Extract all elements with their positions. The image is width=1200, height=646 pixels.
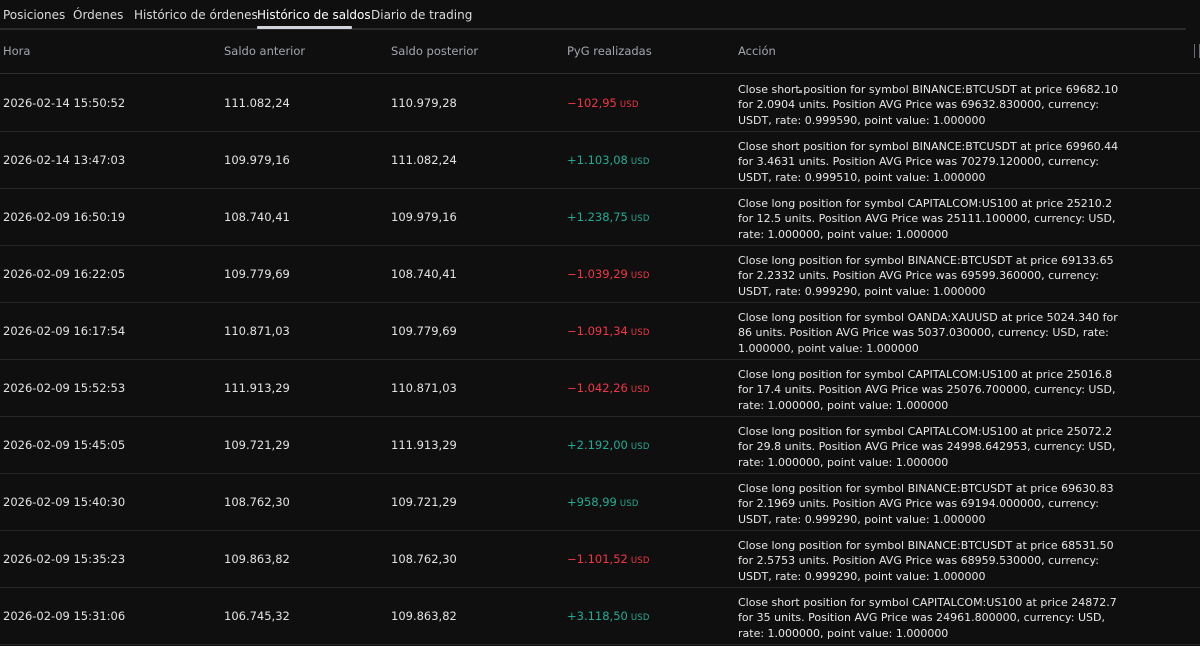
cell-time: 2026-02-09 16:50:19 bbox=[3, 210, 126, 224]
pnl-value: +958,99 bbox=[567, 495, 617, 509]
table-row[interactable]: 2026-02-14 15:50:52 111.082,24 110.979,2… bbox=[0, 75, 1200, 132]
cell-action: Close long position for symbol CAPITALCO… bbox=[738, 368, 1116, 412]
table-header: Hora Saldo anterior Saldo posterior PyG … bbox=[0, 30, 1200, 93]
pnl-value: +3.118,50 bbox=[567, 609, 628, 623]
cell-action: Close long position for symbol BINANCE:B… bbox=[738, 254, 1114, 298]
cell-action: Close long position for symbol CAPITALCO… bbox=[738, 425, 1116, 469]
table-row[interactable]: 2026-02-09 16:22:05 109.779,69 108.740,4… bbox=[0, 246, 1200, 303]
cell-action: Close long position for symbol BINANCE:B… bbox=[738, 482, 1114, 526]
table-row[interactable]: 2026-02-09 15:40:30 108.762,30 109.721,2… bbox=[0, 474, 1200, 531]
cell-realized-pnl: +958,99 USD bbox=[567, 474, 639, 530]
cell-prev-balance: 109.863,82 bbox=[224, 552, 290, 566]
table-row[interactable]: 2026-02-14 13:47:03 109.979,16 111.082,2… bbox=[0, 132, 1200, 189]
cell-next-balance: 110.979,28 bbox=[391, 96, 457, 110]
table-row[interactable]: 2026-02-09 16:50:19 108.740,41 109.979,1… bbox=[0, 189, 1200, 246]
cell-next-balance: 111.082,24 bbox=[391, 153, 457, 167]
cell-time: 2026-02-09 15:45:05 bbox=[3, 438, 126, 452]
active-tab-indicator bbox=[257, 26, 352, 29]
cell-next-balance: 109.721,29 bbox=[391, 495, 457, 509]
cell-time: 2026-02-14 13:47:03 bbox=[3, 153, 126, 167]
cell-action: Close short position for symbol BINANCE:… bbox=[738, 83, 1119, 127]
tab-positions[interactable]: Posiciones bbox=[3, 0, 65, 30]
pnl-currency: USD bbox=[630, 442, 650, 452]
cell-realized-pnl: −1.091,34 USD bbox=[567, 303, 650, 359]
pnl-value: −1.039,29 bbox=[567, 267, 628, 281]
pnl-currency: USD bbox=[630, 271, 650, 281]
table-row[interactable]: 2026-02-09 15:52:53 111.913,29 110.871,0… bbox=[0, 360, 1200, 417]
pnl-value: −1.042,26 bbox=[567, 381, 628, 395]
pnl-value: −1.091,34 bbox=[567, 324, 628, 338]
pnl-value: −102,95 bbox=[567, 96, 617, 110]
cell-action: Close short position for symbol BINANCE:… bbox=[738, 140, 1119, 184]
cell-prev-balance: 109.979,16 bbox=[224, 153, 290, 167]
pnl-currency: USD bbox=[619, 100, 639, 110]
cell-time: 2026-02-09 16:22:05 bbox=[3, 267, 126, 281]
pnl-value: +1.103,08 bbox=[567, 153, 628, 167]
cell-next-balance: 110.871,03 bbox=[391, 381, 457, 395]
cell-realized-pnl: +1.103,08 USD bbox=[567, 132, 650, 188]
table-row[interactable]: 2026-02-09 15:31:06 106.745,32 109.863,8… bbox=[0, 588, 1200, 645]
tab-trading-journal[interactable]: Diario de trading bbox=[371, 0, 472, 30]
pnl-currency: USD bbox=[630, 328, 650, 338]
cell-prev-balance: 106.745,32 bbox=[224, 609, 290, 623]
column-header-time[interactable]: Hora bbox=[3, 30, 30, 72]
pnl-currency: USD bbox=[630, 385, 650, 395]
cell-time: 2026-02-14 15:50:52 bbox=[3, 96, 126, 110]
cell-action: Close long position for symbol CAPITALCO… bbox=[738, 197, 1116, 241]
column-header-action[interactable]: Acción bbox=[738, 30, 776, 72]
pnl-value: +1.238,75 bbox=[567, 210, 628, 224]
cell-realized-pnl: −1.039,29 USD bbox=[567, 246, 650, 302]
column-header-realized-pnl[interactable]: PyG realizadas bbox=[567, 30, 652, 72]
cell-next-balance: 111.913,29 bbox=[391, 438, 457, 452]
cell-prev-balance: 111.082,24 bbox=[224, 96, 290, 110]
cell-time: 2026-02-09 15:40:30 bbox=[3, 495, 126, 509]
cell-action: Close long position for symbol OANDA:XAU… bbox=[738, 311, 1118, 355]
cell-time: 2026-02-09 15:35:23 bbox=[3, 552, 126, 566]
cell-prev-balance: 109.721,29 bbox=[224, 438, 290, 452]
cell-prev-balance: 111.913,29 bbox=[224, 381, 290, 395]
cell-prev-balance: 110.871,03 bbox=[224, 324, 290, 338]
tab-orders[interactable]: Órdenes bbox=[73, 0, 123, 30]
cell-realized-pnl: −1.101,52 USD bbox=[567, 531, 650, 587]
cell-prev-balance: 109.779,69 bbox=[224, 267, 290, 281]
pnl-value: +2.192,00 bbox=[567, 438, 628, 452]
bottom-panel-tabs: Posiciones Órdenes Histórico de órdenes … bbox=[0, 0, 1200, 30]
cell-time: 2026-02-09 16:17:54 bbox=[3, 324, 126, 338]
cell-next-balance: 109.779,69 bbox=[391, 324, 457, 338]
table-row[interactable]: 2026-02-09 15:45:05 109.721,29 111.913,2… bbox=[0, 417, 1200, 474]
pnl-currency: USD bbox=[630, 613, 650, 623]
tab-order-history[interactable]: Histórico de órdenes bbox=[134, 0, 258, 30]
cell-realized-pnl: +3.118,50 USD bbox=[567, 588, 650, 644]
cell-next-balance: 108.740,41 bbox=[391, 267, 457, 281]
cell-next-balance: 109.863,82 bbox=[391, 609, 457, 623]
column-header-prev-balance[interactable]: Saldo anterior bbox=[224, 30, 305, 72]
cell-realized-pnl: +2.192,00 USD bbox=[567, 417, 650, 473]
cell-next-balance: 109.979,16 bbox=[391, 210, 457, 224]
pnl-value: −1.101,52 bbox=[567, 552, 628, 566]
cell-prev-balance: 108.762,30 bbox=[224, 495, 290, 509]
table-row[interactable]: 2026-02-09 16:17:54 110.871,03 109.779,6… bbox=[0, 303, 1200, 360]
column-settings-icon[interactable] bbox=[1194, 44, 1200, 58]
cell-time: 2026-02-09 15:52:53 bbox=[3, 381, 126, 395]
cell-time: 2026-02-09 15:31:06 bbox=[3, 609, 126, 623]
cell-action: Close long position for symbol BINANCE:B… bbox=[738, 539, 1114, 583]
cell-action: Close short position for symbol CAPITALC… bbox=[738, 596, 1117, 640]
cell-realized-pnl: −1.042,26 USD bbox=[567, 360, 650, 416]
pnl-currency: USD bbox=[630, 157, 650, 167]
cell-realized-pnl: −102,95 USD bbox=[567, 75, 639, 131]
table-row[interactable]: 2026-02-09 15:35:23 109.863,82 108.762,3… bbox=[0, 531, 1200, 588]
cell-next-balance: 108.762,30 bbox=[391, 552, 457, 566]
column-header-next-balance[interactable]: Saldo posterior bbox=[391, 30, 478, 72]
pnl-currency: USD bbox=[619, 499, 639, 509]
pnl-currency: USD bbox=[630, 556, 650, 566]
cell-prev-balance: 108.740,41 bbox=[224, 210, 290, 224]
pnl-currency: USD bbox=[630, 214, 650, 224]
cell-realized-pnl: +1.238,75 USD bbox=[567, 189, 650, 245]
